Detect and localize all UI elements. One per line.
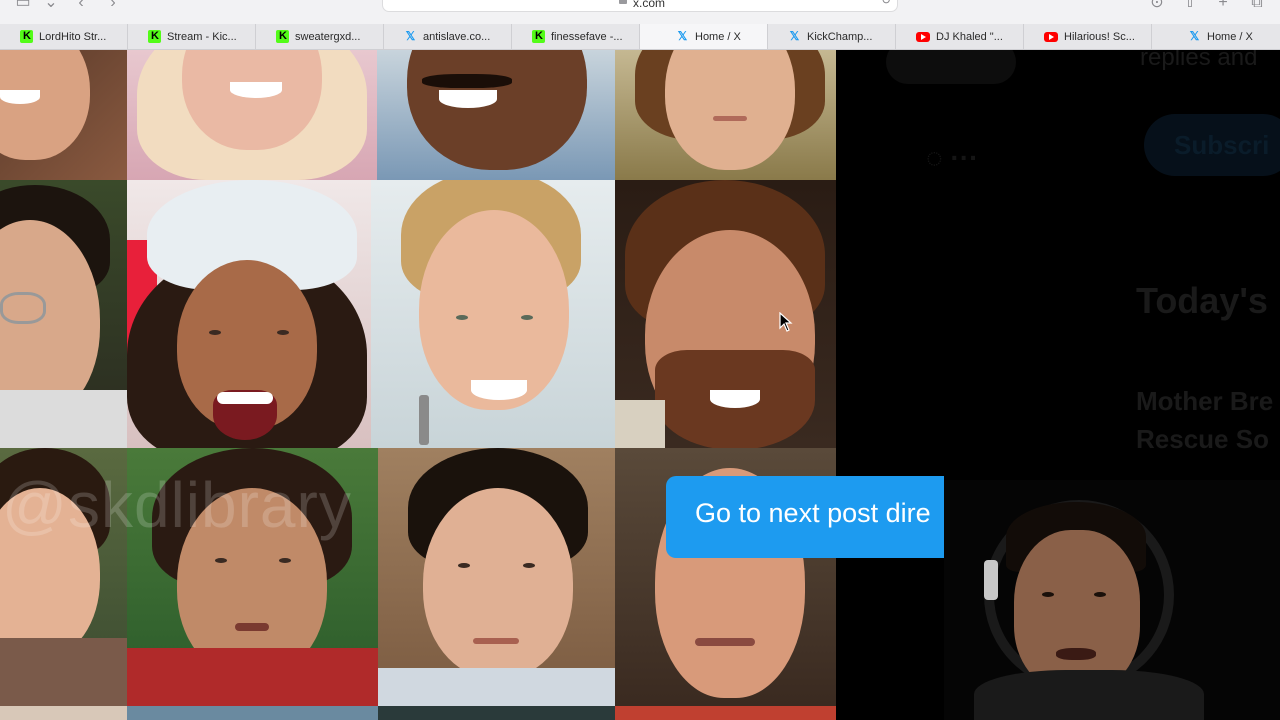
portrait-photo[interactable] [127, 706, 378, 720]
tab[interactable]: Hilarious! Sc... [1024, 24, 1152, 49]
portrait-photo[interactable] [371, 180, 615, 448]
kick-icon [148, 30, 161, 43]
forward-icon[interactable]: › [104, 0, 122, 12]
download-icon[interactable]: ⊙ [1148, 0, 1166, 12]
tab[interactable]: finessefave -... [512, 24, 640, 49]
tab[interactable]: DJ Khaled "... [896, 24, 1024, 49]
tooltip-callout: Go to next post dire [666, 476, 944, 558]
tab-label: Stream - Kic... [167, 30, 237, 43]
tab[interactable]: sweatergxd... [256, 24, 384, 49]
mouse-cursor-icon [779, 312, 793, 332]
kick-icon [532, 30, 545, 43]
browser-toolbar: ▭ ⌄ ‹ › x.com ↻ ⊙ ⇧ + ⧉ [0, 0, 1280, 24]
chevron-down-icon[interactable]: ⌄ [42, 0, 60, 12]
ghost-news-line: Rescue So [1136, 424, 1269, 454]
x-icon: 𝕏 [677, 29, 688, 43]
ghost-heading: Today's [1136, 280, 1268, 321]
tab-label: LordHito Str... [39, 30, 107, 43]
tab-label: KickChamp... [807, 30, 873, 43]
tab[interactable]: 𝕏 antislave.co... [384, 24, 512, 49]
watermark-text: @skdlibrary [2, 469, 352, 541]
portrait-grid: @skdlibrary [0, 50, 836, 720]
tab-label: Home / X [1207, 30, 1253, 43]
portrait-photo[interactable] [378, 706, 615, 720]
new-tab-icon[interactable]: + [1214, 0, 1232, 12]
webcam-overlay [944, 480, 1280, 720]
x-icon: 𝕏 [1189, 29, 1200, 43]
tab-label: finessefave -... [551, 30, 623, 43]
back-icon[interactable]: ‹ [72, 0, 90, 12]
address-bar[interactable]: x.com ↻ [382, 0, 898, 12]
url-text: x.com [633, 0, 666, 10]
tab-label: DJ Khaled "... [936, 30, 1003, 43]
portrait-photo[interactable] [127, 180, 371, 448]
portrait-photo[interactable] [615, 706, 836, 720]
tab[interactable]: 𝕏 Home / X [1152, 24, 1280, 49]
portrait-photo[interactable] [615, 180, 836, 448]
screen: ▭ ⌄ ‹ › x.com ↻ ⊙ ⇧ + ⧉ LordHito Str... … [0, 0, 1280, 720]
ghost-pill [886, 50, 1016, 84]
portrait-photo[interactable] [0, 706, 127, 720]
tab-label: Home / X [695, 30, 741, 43]
tab-label: Hilarious! Sc... [1064, 30, 1135, 43]
x-icon: 𝕏 [405, 29, 416, 43]
portrait-photo[interactable] [0, 180, 127, 448]
ghost-icon: ◌ ··· [926, 142, 979, 173]
tab-bar: LordHito Str... Stream - Kic... sweaterg… [0, 24, 1280, 50]
tooltip-text: Go to next post dire [695, 498, 931, 528]
tab-label: antislave.co... [423, 30, 491, 43]
reload-icon[interactable]: ↻ [881, 0, 891, 7]
lock-icon [619, 0, 627, 4]
share-icon[interactable]: ⇧ [1181, 0, 1199, 12]
tab[interactable]: Stream - Kic... [128, 24, 256, 49]
kick-icon [276, 30, 289, 43]
portrait-photo[interactable] [377, 50, 615, 180]
tab-overview-icon[interactable]: ⧉ [1248, 0, 1266, 12]
tab[interactable]: LordHito Str... [0, 24, 128, 49]
x-icon: 𝕏 [789, 29, 800, 43]
ghost-news-line: Mother Bre [1136, 386, 1274, 416]
youtube-icon [916, 31, 930, 42]
portrait-photo[interactable] [615, 50, 836, 180]
portrait-photo[interactable] [0, 50, 127, 180]
portrait-photo[interactable] [127, 50, 377, 180]
sidebar-toggle-icon[interactable]: ▭ [14, 0, 32, 12]
portrait-photo[interactable] [378, 448, 615, 706]
ghost-text: replies and [1140, 50, 1258, 71]
kick-icon [20, 30, 33, 43]
tab[interactable]: 𝕏 KickChamp... [768, 24, 896, 49]
ghost-button-label: Subscri [1174, 130, 1270, 160]
tab-active[interactable]: 𝕏 Home / X [640, 24, 768, 49]
tab-label: sweatergxd... [295, 30, 361, 43]
youtube-icon [1044, 31, 1058, 42]
